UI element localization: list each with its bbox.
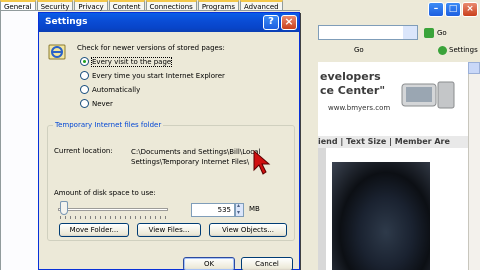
cd-photo — [332, 162, 430, 270]
ok-button[interactable]: OK — [183, 257, 235, 270]
disk-space-unit: MB — [249, 205, 260, 213]
settings-dialog: Settings ? × Check for newer versions of… — [38, 12, 300, 270]
tab-programs[interactable]: Programs — [197, 0, 239, 11]
browser-titlebar: – □ × — [300, 0, 480, 22]
radio-label: Every time you start Internet Explorer — [92, 71, 225, 80]
radio-every-start[interactable]: Every time you start Internet Explorer — [80, 71, 225, 80]
view-objects-button[interactable]: View Objects... — [209, 223, 287, 237]
toolbar-go-button[interactable]: Go — [354, 46, 364, 54]
disk-space-slider-thumb[interactable] — [60, 201, 68, 215]
banner-heading-1: evelopers — [320, 70, 381, 83]
radio-label: Automatically — [92, 85, 141, 94]
disk-space-spinner[interactable] — [235, 202, 244, 217]
tab-privacy[interactable]: Privacy — [74, 0, 108, 11]
radio-label: Every visit to the page — [90, 56, 173, 67]
address-dropdown-arrow[interactable] — [403, 26, 417, 39]
banner-heading-2: ce Center" — [320, 84, 386, 97]
links-toolbar: Go Settings — [318, 44, 480, 58]
page-banner: evelopers ce Center" www.bmyers.com — [318, 62, 468, 134]
move-folder-button[interactable]: Move Folder... — [59, 223, 129, 237]
disk-space-slider-track[interactable] — [58, 208, 168, 211]
radio-label: Never — [92, 99, 113, 108]
radio-never[interactable]: Never — [80, 99, 113, 108]
go-arrow-icon[interactable] — [424, 28, 434, 38]
view-files-button[interactable]: View Files... — [137, 223, 201, 237]
current-location-label: Current location: — [54, 147, 113, 155]
vertical-scrollbar[interactable] — [468, 62, 480, 270]
disk-space-input[interactable]: 535 — [191, 203, 235, 217]
browser-window: – □ × Go Go Settings evelopers ce Center… — [300, 0, 480, 270]
page-nav-links[interactable]: iend | Text Size | Member Are — [318, 137, 450, 146]
check-newer-label: Check for newer versions of stored pages… — [77, 44, 225, 52]
dialog-titlebar[interactable]: Settings ? × — [39, 13, 299, 32]
dialog-title: Settings — [45, 17, 88, 27]
radio-dot[interactable] — [80, 85, 89, 94]
settings-gear-icon[interactable] — [438, 46, 447, 55]
tab-advanced[interactable]: Advanced — [240, 0, 283, 11]
banner-url[interactable]: www.bmyers.com — [328, 104, 390, 112]
radio-dot-selected[interactable] — [80, 57, 89, 66]
page-nav-strip: iend | Text Size | Member Are — [318, 136, 468, 148]
tab-general[interactable]: General — [0, 0, 36, 11]
help-icon[interactable]: ? — [263, 15, 279, 30]
disk-space-label: Amount of disk space to use: — [54, 189, 156, 197]
computer-illustration — [401, 81, 455, 109]
mouse-pointer-icon — [253, 150, 271, 175]
radio-automatically[interactable]: Automatically — [80, 85, 140, 94]
page-sidebar — [318, 148, 326, 270]
slider-ticks — [60, 216, 166, 219]
internet-options-tabs: General Security Privacy Content Connect… — [0, 0, 318, 11]
close-icon[interactable]: × — [281, 15, 297, 30]
cancel-button[interactable]: Cancel — [241, 257, 293, 270]
go-button[interactable]: Go — [437, 29, 447, 37]
maximize-button[interactable]: □ — [445, 2, 461, 17]
minimize-button[interactable]: – — [428, 2, 444, 17]
radio-dot[interactable] — [80, 71, 89, 80]
tab-security[interactable]: Security — [36, 0, 74, 11]
browser-close-button[interactable]: × — [462, 2, 478, 17]
scroll-up-button[interactable] — [468, 62, 480, 74]
toolbar-settings-button[interactable]: Settings — [449, 46, 478, 54]
general-tab-panel — [0, 11, 38, 270]
web-page: evelopers ce Center" www.bmyers.com iend… — [318, 62, 468, 270]
radio-every-visit[interactable]: Every visit to the page — [80, 56, 173, 67]
internet-explorer-icon — [48, 44, 66, 60]
tab-content[interactable]: Content — [108, 0, 145, 11]
tab-connections[interactable]: Connections — [145, 0, 197, 11]
radio-dot[interactable] — [80, 99, 89, 108]
group-title: Temporary Internet files folder — [53, 121, 164, 129]
